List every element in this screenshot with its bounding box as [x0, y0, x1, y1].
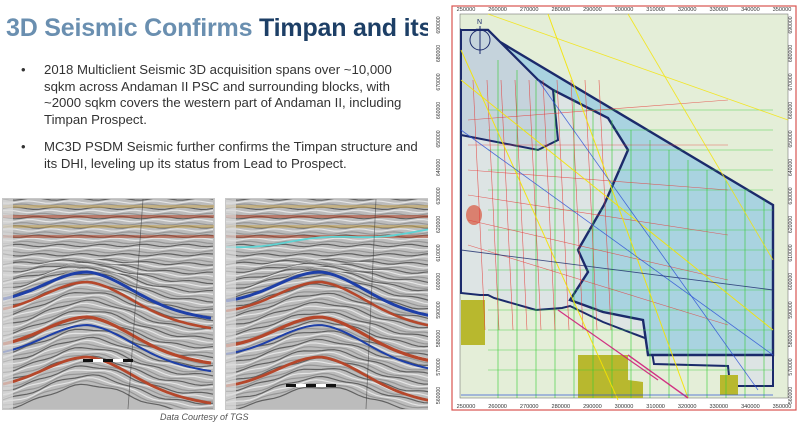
- seismic-band: [226, 225, 437, 228]
- bullet-item: • 2018 Multiclient Seismic 3D acquisition…: [18, 62, 418, 128]
- y-tick-label: 630000: [436, 187, 442, 204]
- x-tick-label: 280000: [551, 7, 570, 13]
- lease-patch: [461, 300, 485, 345]
- x-tick-label: 350000: [773, 7, 792, 13]
- y-tick-label: 680000: [788, 45, 794, 62]
- x-tick-label: 340000: [741, 7, 760, 13]
- bullet-text: 2018 Multiclient Seismic 3D acquisition …: [44, 62, 402, 127]
- seismic-section-left-image: [3, 199, 214, 409]
- scale-bar: [286, 384, 336, 387]
- x-tick-label: 320000: [678, 404, 697, 410]
- scale-bar: [83, 359, 133, 362]
- bullet-dot: •: [21, 62, 26, 77]
- lease-patch: [720, 375, 738, 395]
- y-tick-label: 650000: [788, 130, 794, 147]
- slide-title-part1: 3D Seismic Confirms: [6, 14, 253, 42]
- y-tick-label: 650000: [436, 130, 442, 147]
- x-tick-label: 260000: [488, 7, 507, 13]
- y-tick-label: 690000: [436, 16, 442, 33]
- x-tick-label: 270000: [520, 404, 539, 410]
- x-tick-label: 340000: [741, 404, 760, 410]
- y-tick-label: 590000: [788, 301, 794, 318]
- y-tick-label: 660000: [788, 102, 794, 119]
- scale-bar: [113, 359, 123, 362]
- x-tick-label: 300000: [615, 404, 634, 410]
- seismic-band: [226, 205, 437, 208]
- y-tick-label: 560000: [788, 387, 794, 404]
- x-tick-label: 290000: [583, 404, 602, 410]
- y-tick-label: 570000: [788, 358, 794, 375]
- x-tick-label: 250000: [457, 404, 476, 410]
- seismic-band: [226, 215, 437, 218]
- seismic-band: [3, 225, 214, 228]
- seismic-band: [3, 215, 214, 218]
- y-tick-label: 670000: [436, 73, 442, 90]
- bullet-list: • 2018 Multiclient Seismic 3D acquisition…: [18, 62, 418, 183]
- seismic-section-left: [2, 198, 215, 410]
- x-tick-label: 260000: [488, 404, 507, 410]
- scale-bar: [296, 384, 306, 387]
- scale-bar: [93, 359, 103, 362]
- y-tick-label: 620000: [436, 216, 442, 233]
- seismic-coverage-map: N 250000 250000 260000 260000 270000 270000 28…: [428, 0, 800, 422]
- y-tick-label: 610000: [436, 244, 442, 261]
- y-tick-label: 640000: [788, 159, 794, 176]
- y-tick-label: 570000: [436, 358, 442, 375]
- y-tick-label: 600000: [436, 273, 442, 290]
- seismic-axis-strip: [3, 199, 13, 409]
- x-tick-label: 330000: [709, 404, 728, 410]
- seismic-axis-strip: [226, 199, 236, 409]
- bullet-text: MC3D PSDM Seismic further confirms the T…: [44, 139, 418, 171]
- north-label: N: [477, 19, 482, 26]
- y-tick-label: 560000: [436, 387, 442, 404]
- data-courtesy-caption: Data Courtesy of TGS: [160, 412, 249, 422]
- y-tick-label: 610000: [788, 244, 794, 261]
- x-tick-label: 330000: [709, 7, 728, 13]
- x-tick-label: 250000: [457, 7, 476, 13]
- x-tick-label: 320000: [678, 7, 697, 13]
- seismic-section-right: [225, 198, 438, 410]
- y-tick-label: 580000: [788, 330, 794, 347]
- y-tick-label: 690000: [788, 16, 794, 33]
- seismic-coverage-map-image: N 250000 250000 260000 260000 270000 270000 28…: [436, 5, 797, 411]
- bullet-dot: •: [21, 139, 26, 154]
- x-tick-label: 310000: [646, 7, 665, 13]
- y-tick-label: 620000: [788, 216, 794, 233]
- y-tick-label: 580000: [436, 330, 442, 347]
- seismic-section-right-image: [226, 199, 437, 409]
- bullet-item: • MC3D PSDM Seismic further confirms the …: [18, 139, 418, 172]
- y-tick-label: 680000: [436, 45, 442, 62]
- seismic-band: [3, 235, 214, 238]
- y-tick-label: 660000: [436, 102, 442, 119]
- y-tick-label: 670000: [788, 73, 794, 90]
- y-tick-label: 630000: [788, 187, 794, 204]
- y-tick-label: 640000: [436, 159, 442, 176]
- x-tick-label: 270000: [520, 7, 539, 13]
- x-tick-label: 290000: [583, 7, 602, 13]
- scale-bar: [316, 384, 326, 387]
- seismic-band: [3, 205, 214, 208]
- x-tick-label: 280000: [551, 404, 570, 410]
- y-tick-label: 600000: [788, 273, 794, 290]
- y-tick-label: 590000: [436, 301, 442, 318]
- slide-title: 3D Seismic Confirms Timpan and its DHI: [6, 14, 482, 43]
- x-tick-label: 300000: [615, 7, 634, 13]
- x-tick-label: 310000: [646, 404, 665, 410]
